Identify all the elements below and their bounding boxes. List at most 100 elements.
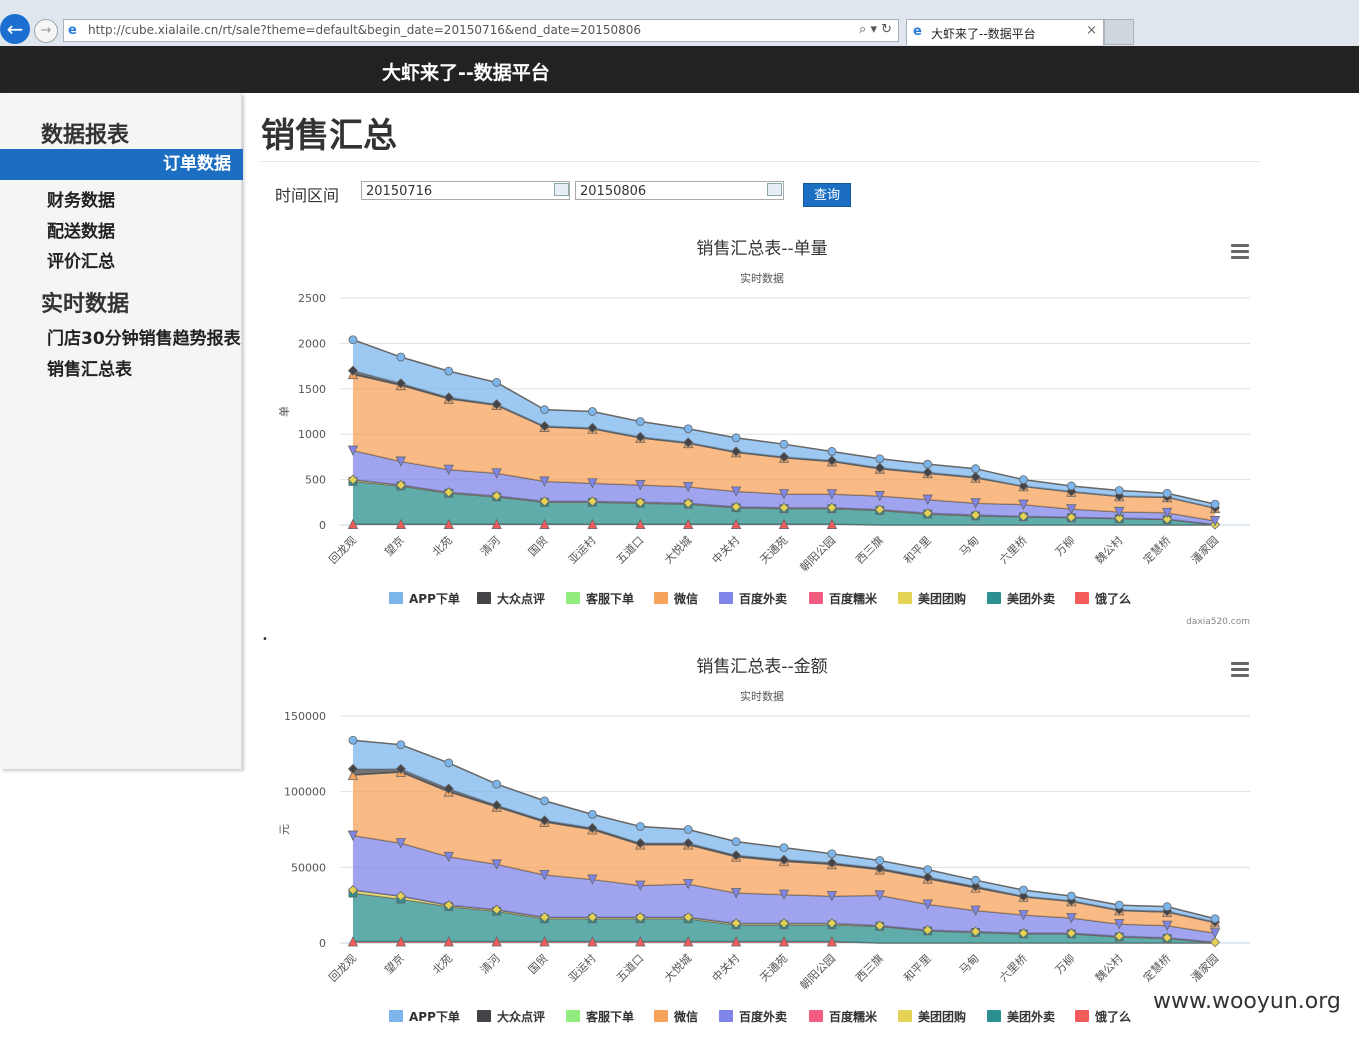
- legend-item[interactable]: 美团外卖: [987, 591, 1055, 606]
- sidebar-item-orders[interactable]: 订单数据: [0, 149, 243, 180]
- y-tick-label: 1500: [298, 383, 326, 396]
- chart-order-amount: 销售汇总表--金额实时数据 0 50000 100000 150000 元回龙观 望京 北苑清…: [278, 657, 1250, 1024]
- sidebar-item-finance[interactable]: 财务数据: [47, 186, 115, 211]
- legend-item[interactable]: APP下单: [389, 1009, 460, 1024]
- back-arrow-icon[interactable]: ←: [0, 14, 30, 44]
- y-tick-label: 0: [319, 519, 326, 532]
- chart-credit[interactable]: daxia520.com: [1186, 617, 1250, 627]
- legend-item[interactable]: 美团团购: [898, 591, 966, 606]
- data-point: [923, 459, 933, 469]
- sidebar-item-reviews[interactable]: 评价汇总: [47, 247, 115, 272]
- data-point: [923, 865, 933, 875]
- legend-item[interactable]: 美团团购: [898, 1009, 966, 1024]
- begin-date-input[interactable]: 20150716: [361, 181, 570, 200]
- chart-legend: APP下单 大众点评 客服下单 微信 百度外卖 百度糯米 美团团购 美团外卖 饿了么: [389, 1009, 1131, 1024]
- brand-title[interactable]: 大虾来了--数据平台: [382, 58, 550, 85]
- x-tick-label: 亚运村: [565, 533, 598, 566]
- browser-tab[interactable]: e 大虾来了--数据平台 ×: [906, 19, 1104, 45]
- chart-menu-icon[interactable]: [1231, 662, 1249, 677]
- legend-item[interactable]: 百度外卖: [719, 591, 787, 606]
- calendar-icon[interactable]: [767, 183, 782, 196]
- x-tick-label: 望京: [382, 533, 407, 558]
- chart-title: 销售汇总表--单量: [696, 239, 827, 259]
- forward-arrow-icon[interactable]: →: [34, 19, 58, 43]
- data-point: [444, 758, 454, 768]
- close-icon[interactable]: ×: [1086, 23, 1097, 38]
- watermark: www.wooyun.org: [1153, 989, 1341, 1014]
- legend-item[interactable]: APP下单: [389, 591, 460, 606]
- legend-label: 美团外卖: [1007, 591, 1055, 606]
- data-point: [396, 352, 406, 362]
- legend-item[interactable]: 美团外卖: [987, 1009, 1055, 1024]
- data-point: [827, 447, 837, 456]
- legend-label: 美团外卖: [1007, 1009, 1055, 1024]
- y-tick-label: 2000: [298, 337, 326, 350]
- legend-item[interactable]: 大众点评: [477, 1009, 545, 1024]
- new-tab-button[interactable]: [1104, 19, 1134, 45]
- address-bar[interactable]: e http://cube.xialaile.cn/rt/sale?theme=…: [63, 19, 899, 42]
- x-tick-label: 和平里: [901, 534, 934, 567]
- legend-label: APP下单: [409, 591, 460, 606]
- x-tick-label: 国贸: [526, 534, 551, 559]
- data-point: [492, 779, 502, 789]
- data-point: [779, 439, 789, 449]
- chart-order-count: 销售汇总表--单量实时数据 0 500 1000 1500 2000 2500 单回龙观 望京北…: [278, 239, 1250, 627]
- search-refresh-icon[interactable]: ⌕ ▾ ↻: [859, 22, 892, 37]
- chart-menu-icon[interactable]: [1231, 244, 1249, 259]
- x-tick-label: 潘家园: [1188, 951, 1221, 984]
- chart-subtitle: 实时数据: [740, 689, 784, 703]
- x-tick-label: 中关村: [709, 951, 742, 984]
- chart-legend: APP下单 大众点评 客服下单 微信 百度外卖 百度糯米 美团团购 美团外卖 饿了么: [389, 591, 1131, 606]
- legend-label: 百度外卖: [739, 1009, 787, 1024]
- sidebar-item-delivery[interactable]: 配送数据: [47, 217, 115, 242]
- data-point: [635, 417, 645, 426]
- legend-item[interactable]: 大众点评: [477, 591, 545, 606]
- x-tick-label: 和平里: [901, 952, 934, 985]
- legend-label: 大众点评: [497, 591, 545, 606]
- x-tick-label: 五道口: [613, 951, 646, 984]
- x-tick-label: 望京: [382, 951, 407, 976]
- x-tick-label: 六里桥: [997, 534, 1030, 567]
- data-point: [492, 378, 502, 387]
- data-point: [731, 837, 741, 847]
- sidebar: 数据报表 订单数据 财务数据 配送数据 评价汇总 实时数据 门店30分钟销售趋势…: [0, 93, 243, 769]
- legend-label: 百度糯米: [829, 591, 878, 606]
- data-point: [348, 735, 358, 745]
- data-point: [1019, 475, 1028, 485]
- legend-item[interactable]: 百度糯米: [809, 591, 878, 606]
- legend-item[interactable]: 百度糯米: [809, 1009, 878, 1024]
- tab-title: 大虾来了--数据平台: [931, 27, 1036, 41]
- list-bullet: •: [262, 634, 268, 645]
- x-tick-label: 万柳: [1052, 951, 1077, 976]
- end-date-input[interactable]: 20150806: [575, 181, 784, 200]
- x-tick-label: 朝阳公园: [798, 952, 838, 992]
- y-tick-label: 100000: [284, 786, 326, 799]
- y-axis-label: 单: [278, 406, 291, 417]
- sidebar-item-sales-summary[interactable]: 销售汇总表: [47, 355, 132, 380]
- x-tick-label: 回龙观: [327, 534, 360, 567]
- data-point: [1210, 914, 1220, 924]
- legend-label: 百度糯米: [829, 1009, 878, 1024]
- legend-item[interactable]: 百度外卖: [719, 1009, 787, 1024]
- x-tick-label: 潘家园: [1188, 533, 1221, 566]
- legend-item[interactable]: 客服下单: [566, 1009, 634, 1024]
- query-button[interactable]: 查询: [803, 183, 851, 207]
- legend-label: 饿了么: [1094, 1009, 1131, 1024]
- sidebar-item-store-trend[interactable]: 门店30分钟销售趋势报表: [47, 324, 241, 349]
- x-tick-label: 中关村: [709, 533, 742, 566]
- legend-label: 美团团购: [918, 591, 966, 606]
- url-text[interactable]: http://cube.xialaile.cn/rt/sale?theme=de…: [88, 23, 641, 37]
- legend-label: 饿了么: [1094, 591, 1131, 606]
- legend-item[interactable]: 饿了么: [1075, 1009, 1131, 1024]
- data-point: [1162, 902, 1172, 912]
- legend-item[interactable]: 客服下单: [566, 591, 634, 606]
- calendar-icon[interactable]: [554, 183, 569, 196]
- legend-item[interactable]: 饿了么: [1075, 591, 1131, 606]
- chart-title: 销售汇总表--金额: [696, 657, 827, 677]
- sidebar-section-realtime: 实时数据: [41, 292, 130, 317]
- sidebar-section-reports: 数据报表: [41, 123, 130, 148]
- data-point: [1019, 885, 1028, 895]
- legend-item[interactable]: 微信: [654, 591, 698, 606]
- legend-item[interactable]: 微信: [654, 1009, 698, 1024]
- ie-logo-icon: e: [913, 24, 922, 39]
